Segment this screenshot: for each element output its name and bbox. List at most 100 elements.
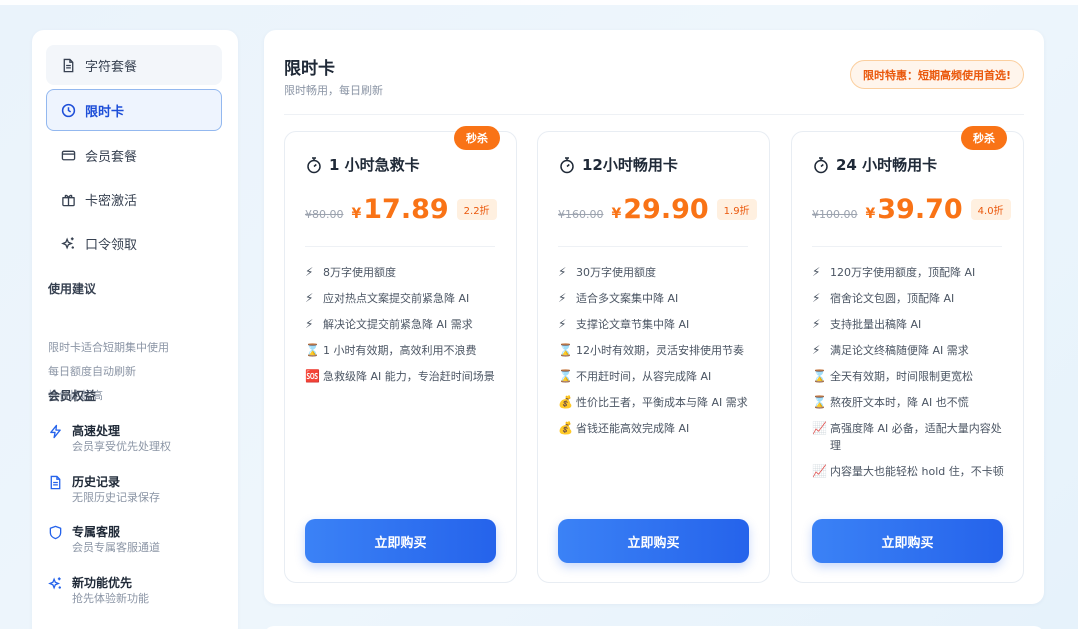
promo-badge: 限时特惠：短期高频使用首选! — [849, 60, 1024, 89]
feature-text: 性价比王者，平衡成本与降 AI 需求 — [576, 396, 748, 409]
feature-item: ⚡ 应对热点文案提交前紧急降 AI — [305, 290, 505, 307]
shield-icon — [48, 525, 64, 541]
stopwatch-icon — [307, 156, 321, 173]
money-bag-icon: 💰 — [558, 421, 573, 435]
feature-text: 省钱还能高效完成降 AI — [576, 422, 690, 435]
feature-item: 📈 内容量大也能轻松 hold 住，不卡顿 — [812, 463, 1012, 480]
benefit-item-support: 专属客服 会员专属客服通道 — [48, 524, 228, 575]
feature-item: ⚡ 满足论文终稿随便降 AI 需求 — [812, 342, 1012, 359]
divider — [284, 114, 1024, 115]
page-title: 限时卡 — [284, 59, 335, 79]
divider — [558, 246, 748, 247]
benefits-list: 高速处理 会员享受优先处理权 历史记录 无限历史记录保存 专属客服 会员专属客服… — [48, 423, 228, 625]
sidebar-item-label: 限时卡 — [85, 104, 125, 120]
sparkle-icon — [60, 235, 76, 251]
document-icon — [60, 57, 76, 73]
money-bag-icon: 💰 — [558, 395, 573, 409]
hourglass-icon: ⌛ — [558, 343, 573, 357]
sale-price: 29.90 — [623, 194, 709, 225]
benefit-subtitle: 会员享受优先处理权 — [72, 440, 171, 453]
card-title-text: 24 小时畅用卡 — [836, 156, 938, 174]
sidebar-item-char-package[interactable]: 字符套餐 — [46, 45, 222, 85]
feature-item: ⌛ 全天有效期，时间限制更宽松 — [812, 368, 1012, 385]
original-price: ¥100.00 — [812, 208, 858, 221]
hourglass-icon: ⌛ — [812, 395, 827, 409]
feature-text: 30万字使用额度 — [576, 266, 656, 279]
feature-item: ⚡ 宿舍论文包圆，顶配降 AI — [812, 290, 1012, 307]
clock-icon — [60, 102, 76, 118]
lightning-icon: ⚡ — [305, 265, 314, 279]
sparkle-icon — [48, 576, 64, 592]
feature-text: 熬夜肝文本时，降 AI 也不慌 — [830, 396, 969, 409]
lightning-icon: ⚡ — [558, 291, 567, 305]
feature-item: 💰 性价比王者，平衡成本与降 AI 需求 — [558, 394, 758, 411]
plan-card-12h: 12小时畅用卡 ¥160.00 ¥ 29.90 1.9折 ⚡ 30万字使用额度 ⚡… — [537, 131, 770, 583]
sidebar-item-label: 口令领取 — [85, 237, 138, 253]
chart-icon: 📈 — [812, 421, 827, 435]
sidebar-item-member-package[interactable]: 会员套餐 — [46, 135, 222, 175]
original-price: ¥80.00 — [305, 208, 344, 221]
sidebar-item-label: 卡密激活 — [85, 193, 138, 209]
gift-icon — [60, 191, 76, 207]
feature-text: 急救级降 AI 能力，专治赶时间场景 — [323, 370, 495, 383]
card-title: 24 小时畅用卡 — [812, 154, 937, 175]
benefit-item-speed: 高速处理 会员享受优先处理权 — [48, 423, 228, 474]
lightning-icon: ⚡ — [305, 291, 314, 305]
sidebar-item-label: 字符套餐 — [85, 59, 138, 75]
tips-title: 使用建议 — [48, 282, 97, 296]
flash-sale-badge: 秒杀 — [454, 126, 500, 150]
feature-item: ⚡ 8万字使用额度 — [305, 264, 505, 281]
document-icon — [48, 475, 64, 491]
feature-item: 📈 高强度降 AI 必备，适配大量内容处理 — [812, 420, 1012, 454]
top-band — [0, 0, 1078, 5]
feature-text: 内容量大也能轻松 hold 住，不卡顿 — [830, 465, 1004, 478]
benefit-title: 专属客服 — [72, 525, 121, 539]
tip-item: 每日额度自动刷新 — [48, 365, 136, 378]
discount-tag: 2.2折 — [456, 199, 497, 220]
benefit-subtitle: 无限历史记录保存 — [72, 490, 160, 504]
feature-text: 解决论文提交前紧急降 AI 需求 — [323, 318, 473, 331]
feature-text: 高强度降 AI 必备，适配大量内容处理 — [830, 422, 1002, 452]
feature-list: ⚡ 8万字使用额度 ⚡ 应对热点文案提交前紧急降 AI ⚡ 解决论文提交前紧急降 AI… — [305, 264, 505, 394]
plan-card-1h: 秒杀 1 小时急救卡 ¥80.00 ¥ 17.89 2.2折 ⚡ 8万字使用额度 … — [284, 126, 517, 583]
hourglass-icon: ⌛ — [558, 369, 573, 383]
hourglass-icon: ⌛ — [812, 369, 827, 383]
feature-item: ⚡ 适合多文案集中降 AI — [558, 290, 758, 307]
benefit-subtitle: 抢先体验新功能 — [72, 591, 149, 605]
tip-item: 限时卡适合短期集中使用 — [48, 341, 169, 354]
feature-text: 适合多文案集中降 AI — [576, 292, 679, 305]
divider — [305, 246, 495, 247]
stopwatch-icon — [560, 156, 574, 173]
benefit-subtitle: 会员专属客服通道 — [72, 541, 160, 554]
buy-now-button[interactable]: 立即购买 — [558, 519, 749, 563]
hourglass-icon: ⌛ — [305, 343, 320, 357]
feature-text: 全天有效期，时间限制更宽松 — [830, 370, 973, 383]
feature-text: 应对热点文案提交前紧急降 AI — [323, 292, 470, 305]
feature-item: ⚡ 30万字使用额度 — [558, 264, 758, 281]
sos-icon: 🆘 — [305, 369, 320, 383]
feature-text: 不用赶时间，从容完成降 AI — [576, 370, 712, 383]
feature-item: ⚡ 120万字使用额度，顶配降 AI — [812, 264, 1012, 281]
sidebar-nav: 字符套餐 限时卡 会员套餐 卡密激活 口令领取 — [46, 45, 222, 267]
lightning-icon: ⚡ — [812, 265, 821, 279]
sidebar-item-code-redeem[interactable]: 口令领取 — [46, 223, 222, 263]
original-price: ¥160.00 — [558, 208, 604, 221]
sidebar-item-card-activation[interactable]: 卡密激活 — [46, 179, 222, 219]
feature-list: ⚡ 120万字使用额度，顶配降 AI ⚡ 宿舍论文包圆，顶配降 AI ⚡ 支持批量出稿… — [812, 264, 1012, 489]
main-panel: 限时卡 限时畅用，每日刷新 限时特惠：短期高频使用首选! 秒杀 1 小时急救卡 … — [264, 30, 1044, 604]
benefit-title: 历史记录 — [72, 474, 121, 489]
feature-item: ⌛ 1 小时有效期，高效利用不浪费 — [305, 342, 505, 359]
benefit-title: 高速处理 — [72, 424, 121, 438]
buy-now-button[interactable]: 立即购买 — [812, 519, 1003, 563]
feature-text: 120万字使用额度，顶配降 AI — [830, 266, 976, 279]
sale-price: 17.89 — [363, 194, 449, 225]
buy-now-button[interactable]: 立即购买 — [305, 519, 496, 563]
currency-symbol: ¥ — [351, 206, 362, 222]
sidebar-item-limited-card[interactable]: 限时卡 — [46, 89, 222, 131]
sidebar: 字符套餐 限时卡 会员套餐 卡密激活 口令领取 使用建议 限时卡适合短期集中使用… — [32, 30, 238, 629]
feature-text: 12小时有效期，灵活安排使用节奏 — [576, 344, 744, 357]
price-row: ¥100.00 ¥ 39.70 4.0折 — [812, 194, 1011, 230]
lightning-icon: ⚡ — [558, 265, 567, 279]
feature-list: ⚡ 30万字使用额度 ⚡ 适合多文案集中降 AI ⚡ 支撑论文章节集中降 AI ⌛ 12… — [558, 264, 758, 446]
lightning-icon: ⚡ — [812, 291, 821, 305]
